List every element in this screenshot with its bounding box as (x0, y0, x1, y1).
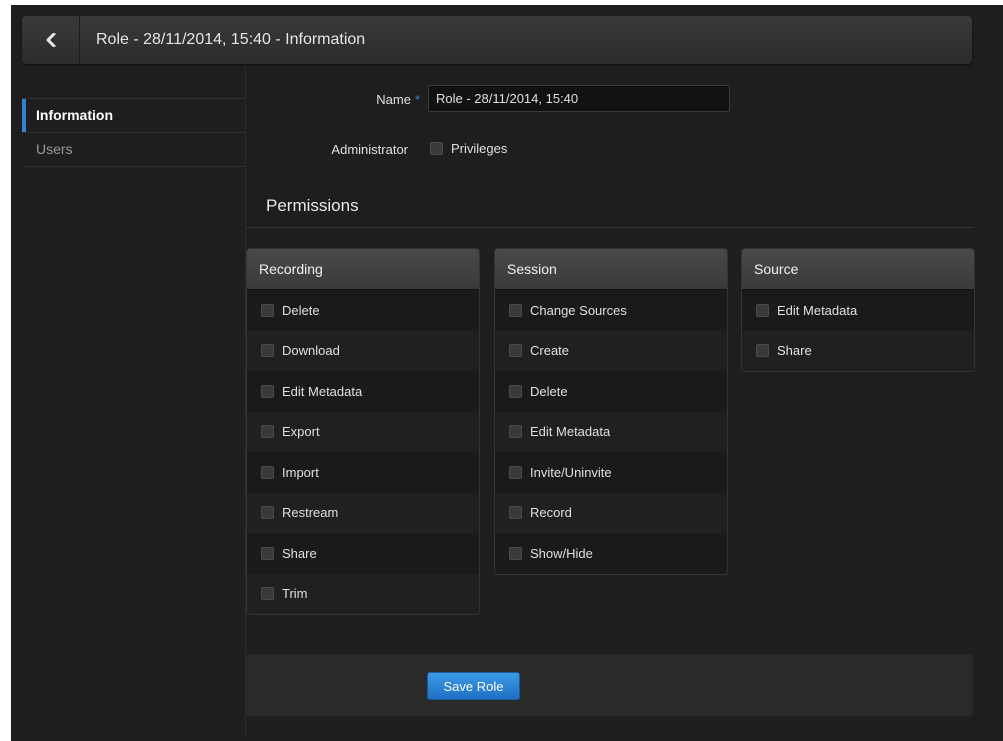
permission-label: Share (777, 343, 812, 359)
permissions-title: Permissions (266, 196, 359, 215)
permission-row[interactable]: Edit Metadata (247, 371, 479, 412)
sidebar-item-label: Information (36, 107, 113, 123)
permission-row[interactable]: Record (495, 492, 727, 533)
permission-label: Download (282, 343, 340, 359)
name-label: Name * (376, 92, 420, 107)
permission-checkbox[interactable] (261, 506, 274, 520)
card-header: Session (495, 249, 727, 290)
sidebar-item-information[interactable]: Information (22, 98, 245, 132)
permission-checkbox[interactable] (261, 384, 274, 398)
sidebar-item-users[interactable]: Users (22, 132, 245, 167)
permission-checkbox[interactable] (261, 425, 274, 439)
recording-permissions-card: Recording Delete Download Edit Metadata … (246, 248, 480, 615)
permission-checkbox[interactable] (509, 303, 522, 317)
permission-checkbox[interactable] (756, 344, 769, 358)
permission-label: Delete (282, 302, 320, 318)
permission-row[interactable]: Share (247, 533, 479, 574)
name-input[interactable] (428, 85, 730, 112)
permission-label: Edit Metadata (777, 302, 858, 318)
permission-row[interactable]: Download (247, 330, 479, 371)
permission-row[interactable]: Show/Hide (495, 533, 727, 574)
page-title: Role - 28/11/2014, 15:40 - Information (96, 31, 366, 48)
permission-label: Change Sources (530, 302, 627, 318)
permission-label: Edit Metadata (282, 383, 363, 399)
privileges-checkbox[interactable] (430, 142, 443, 155)
permission-checkbox[interactable] (509, 506, 522, 520)
required-mark: * (414, 92, 420, 107)
permission-label: Trim (282, 586, 308, 602)
permission-row[interactable]: Change Sources (495, 290, 727, 331)
permission-label: Restream (282, 505, 339, 521)
permission-row[interactable]: Edit Metadata (742, 290, 974, 331)
form-footer: Save Role (246, 654, 973, 716)
permission-row[interactable]: Restream (247, 492, 479, 533)
permission-checkbox[interactable] (756, 303, 769, 317)
permission-row[interactable]: Share (742, 330, 974, 371)
permission-label: Show/Hide (530, 545, 593, 561)
chevron-left-icon (46, 33, 56, 47)
source-permissions-card: Source Edit Metadata Share (741, 248, 975, 372)
session-permissions-card: Session Change Sources Create Delete Edi… (494, 248, 728, 575)
permission-checkbox[interactable] (261, 465, 274, 479)
permission-row[interactable]: Import (247, 452, 479, 493)
back-button[interactable] (22, 16, 80, 64)
permission-label: Import (282, 464, 319, 480)
permission-row[interactable]: Trim (247, 573, 479, 614)
permission-label: Invite/Uninvite (530, 464, 612, 480)
privileges-label: Privileges (451, 141, 508, 156)
permission-label: Record (530, 505, 572, 521)
permission-row[interactable]: Create (495, 330, 727, 371)
permission-label: Delete (530, 383, 568, 399)
permission-label: Create (530, 343, 570, 359)
card-header: Source (742, 249, 974, 290)
permission-checkbox[interactable] (261, 546, 274, 560)
sidebar: Information Users (22, 98, 245, 167)
permission-label: Share (282, 545, 317, 561)
sidebar-item-label: Users (36, 141, 73, 157)
permission-row[interactable]: Edit Metadata (495, 411, 727, 452)
permission-checkbox[interactable] (509, 425, 522, 439)
card-header: Recording (247, 249, 479, 290)
permission-checkbox[interactable] (261, 587, 274, 601)
permission-checkbox[interactable] (509, 465, 522, 479)
section-divider (246, 227, 973, 228)
permission-checkbox[interactable] (509, 384, 522, 398)
permission-row[interactable]: Export (247, 411, 479, 452)
permission-row[interactable]: Delete (495, 371, 727, 412)
permission-checkbox[interactable] (509, 344, 522, 358)
permission-checkbox[interactable] (261, 344, 274, 358)
permission-row[interactable]: Delete (247, 290, 479, 331)
top-bar: Role - 28/11/2014, 15:40 - Information (22, 16, 972, 64)
privileges-checkbox-row[interactable]: Privileges (430, 141, 507, 156)
administrator-label: Administrator (331, 142, 408, 157)
permission-label: Edit Metadata (530, 424, 611, 440)
permission-checkbox[interactable] (509, 546, 522, 560)
permission-row[interactable]: Invite/Uninvite (495, 452, 727, 493)
permission-label: Export (282, 424, 320, 440)
permission-checkbox[interactable] (261, 303, 274, 317)
save-role-button[interactable]: Save Role (427, 672, 520, 700)
